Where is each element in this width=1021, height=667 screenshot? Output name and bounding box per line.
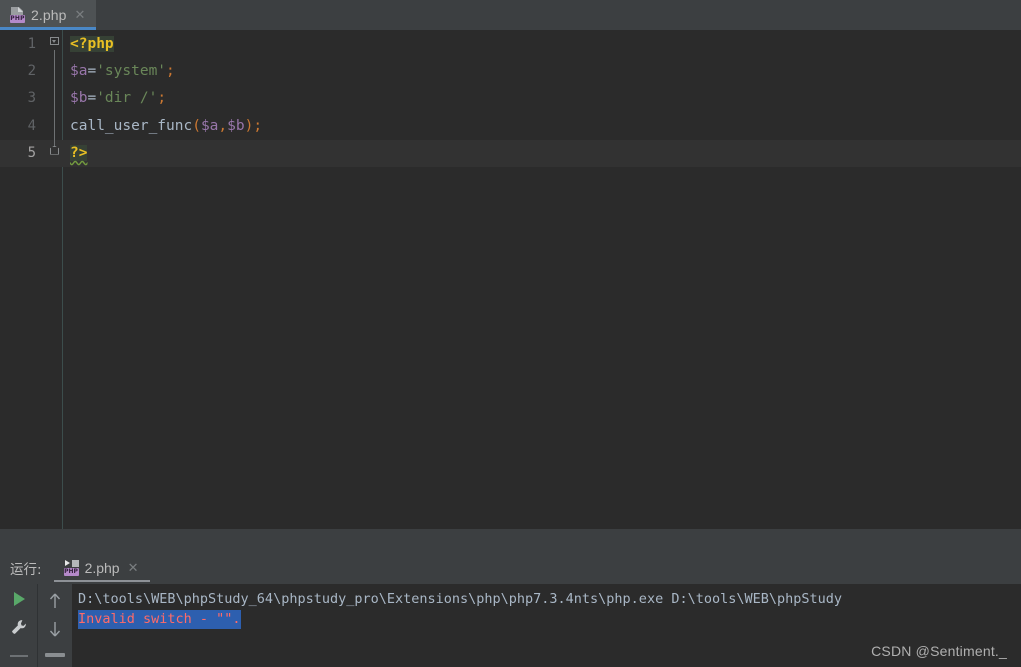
php-file-icon: PHP [10, 7, 25, 23]
token-arg-a: $a [200, 117, 219, 134]
close-icon[interactable]: ✕ [126, 560, 141, 576]
code-text-1: <?php [64, 35, 1021, 52]
run-toolbar-navigation [38, 584, 72, 667]
ide-window: PHP 2.php ✕ 1 <?php 2 $a='system'; 3 $b=… [0, 0, 1021, 667]
console-output[interactable]: D:\tools\WEB\phpStudy_64\phpstudy_pro\Ex… [72, 584, 1021, 667]
line-number: 1 [27, 35, 36, 52]
php-badge-label: PHP [10, 15, 25, 23]
line-number: 4 [27, 117, 36, 134]
token-paren-open: ( [192, 117, 201, 134]
run-header-empty-area [150, 552, 1021, 584]
php-badge-label: PHP [63, 568, 79, 576]
settings-wrench-icon[interactable] [10, 618, 28, 636]
line-number: 5 [27, 145, 36, 162]
run-window-header: 运行: PHP 2.php ✕ [0, 552, 1021, 584]
fold-collapse-icon[interactable] [50, 37, 60, 50]
code-lines: 1 <?php 2 $a='system'; 3 $b='dir /'; 4 c… [0, 30, 1021, 167]
token-semicolon: ; [166, 63, 175, 80]
console-error-text: Invalid switch - "". [78, 610, 241, 629]
run-toolbar-primary [0, 584, 38, 667]
editor-tab-2php[interactable]: PHP 2.php ✕ [0, 0, 97, 30]
editor-tab-label: 2.php [31, 7, 67, 23]
line-number: 2 [27, 63, 36, 80]
toolbar-divider [10, 655, 28, 657]
token-comma: , [218, 117, 228, 134]
token-string-system: 'system' [96, 63, 167, 80]
run-tab-2php[interactable]: PHP 2.php ✕ [53, 552, 150, 584]
editor-bottom-border [0, 529, 1021, 530]
run-window-body: D:\tools\WEB\phpStudy_64\phpstudy_pro\Ex… [0, 584, 1021, 667]
line-number: 3 [27, 90, 36, 107]
token-assign: = [87, 90, 97, 107]
close-icon[interactable]: ✕ [73, 7, 88, 23]
code-text-3: $b='dir /'; [64, 90, 1021, 106]
token-variable-a: $a [70, 63, 88, 80]
token-assign: = [87, 63, 97, 80]
code-text-4: call_user_func($a,$b); [64, 118, 1021, 134]
fold-gutter-1[interactable] [46, 30, 64, 58]
fold-gutter-2 [46, 57, 64, 85]
fold-stem [54, 84, 55, 113]
token-arg-b: $b [227, 117, 245, 134]
arrow-down-icon[interactable] [47, 620, 63, 638]
token-semicolon: ; [253, 117, 263, 134]
toolbar-divider [45, 653, 65, 657]
arrow-up-icon[interactable] [47, 592, 63, 610]
token-function-name: call_user_func [70, 117, 193, 134]
token-semicolon: ; [157, 90, 167, 107]
token-php-open: <?php [70, 35, 114, 52]
code-text-2: $a='system'; [64, 63, 1021, 79]
fold-gutter-5[interactable] [46, 139, 64, 167]
fold-end-icon[interactable] [50, 145, 60, 157]
panel-splitter[interactable] [0, 530, 1021, 552]
fold-gutter-4 [46, 112, 64, 140]
fold-stem [54, 57, 55, 85]
run-tab-label: 2.php [84, 560, 120, 576]
run-tab-active-underline [53, 580, 150, 582]
csdn-watermark: CSDN @Sentiment._ [871, 643, 1007, 659]
editor-tab-bar: PHP 2.php ✕ [0, 0, 1021, 30]
code-line-2[interactable]: 2 $a='system'; [0, 57, 1021, 85]
run-tool-window: 运行: PHP 2.php ✕ D:\tools\WEB\phpStudy_64… [0, 552, 1021, 667]
console-error-line: Invalid switch - "". [78, 609, 1021, 629]
run-window-title: 运行: [10, 562, 42, 578]
fold-gutter-3 [46, 84, 64, 113]
rerun-play-icon[interactable] [13, 592, 25, 606]
tab-bar-empty-area [96, 0, 1021, 30]
token-variable-b: $b [70, 90, 88, 107]
token-string-dir: 'dir /' [96, 90, 158, 107]
run-config-icon: PHP [63, 560, 79, 576]
code-text-5: ?> [64, 145, 1021, 162]
code-line-3[interactable]: 3 $b='dir /'; [0, 84, 1021, 113]
token-php-close: ?> [70, 145, 88, 162]
code-line-5[interactable]: 5 ?> [0, 139, 1021, 167]
fold-stem [54, 112, 55, 140]
code-line-4[interactable]: 4 call_user_func($a,$b); [0, 112, 1021, 140]
console-command-line: D:\tools\WEB\phpStudy_64\phpstudy_pro\Ex… [78, 591, 843, 607]
code-line-1[interactable]: 1 <?php [0, 30, 1021, 58]
code-editor[interactable]: 1 <?php 2 $a='system'; 3 $b='dir /'; 4 c… [0, 30, 1021, 530]
